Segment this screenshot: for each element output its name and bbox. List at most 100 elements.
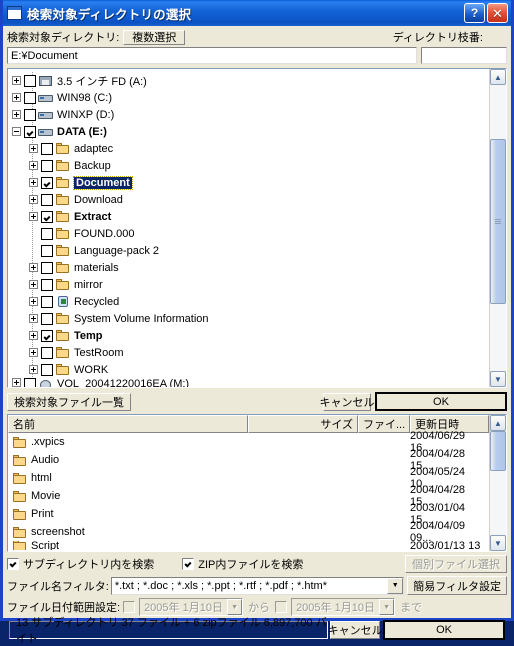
tree-node[interactable]: FOUND.000: [8, 225, 489, 242]
tree-node-checkbox[interactable]: [24, 378, 36, 387]
ok-button[interactable]: OK: [383, 620, 505, 640]
tree-node[interactable]: WINXP (D:): [8, 106, 489, 123]
filename-filter-combo[interactable]: *.txt ; *.doc ; *.xls ; *.ppt ; *.rtf ; …: [110, 576, 405, 595]
tree-node[interactable]: 3.5 インチ FD (A:): [8, 72, 489, 89]
expand-icon[interactable]: [29, 195, 38, 204]
tree-node[interactable]: Download: [8, 191, 489, 208]
tree-node-label[interactable]: 3.5 インチ FD (A:): [57, 73, 147, 89]
tree-cancel-button[interactable]: キャンセル: [320, 392, 375, 411]
tree-node-label[interactable]: Extract: [74, 211, 111, 223]
tree-node-label[interactable]: System Volume Information: [74, 313, 209, 325]
tree-node-label[interactable]: WORK: [74, 364, 108, 376]
tree-node[interactable]: adaptec: [8, 140, 489, 157]
column-header-name[interactable]: 名前: [8, 415, 248, 433]
collapse-icon[interactable]: [12, 127, 21, 136]
tree-node-checkbox[interactable]: [41, 176, 53, 189]
tree-node-checkbox[interactable]: [24, 91, 36, 104]
tree-node-checkbox[interactable]: [41, 210, 53, 223]
close-button[interactable]: ✕: [487, 3, 508, 23]
tree-node-label[interactable]: materials: [74, 262, 119, 274]
tree-node-label[interactable]: adaptec: [74, 143, 113, 155]
tree-node-label[interactable]: mirror: [74, 279, 103, 291]
directory-tree[interactable]: 3.5 インチ FD (A:) WIN98 (C:) WINXP (D:) DATA …: [8, 69, 489, 387]
table-row[interactable]: screenshot 2004/04/09 09...: [8, 520, 489, 544]
file-scroll-track[interactable]: [490, 431, 506, 535]
date-from-checkbox[interactable]: [123, 601, 136, 613]
table-row[interactable]: Script 2003/01/13 13: [8, 541, 489, 550]
tree-node-checkbox[interactable]: [24, 125, 36, 138]
tree-scroll-track[interactable]: [490, 85, 506, 371]
tree-scroll-up-button[interactable]: ▲: [490, 69, 506, 85]
simple-filter-settings-button[interactable]: 簡易フィルタ設定: [407, 576, 507, 595]
path-input[interactable]: E:¥Document: [7, 47, 417, 64]
tree-node-checkbox[interactable]: [24, 74, 36, 87]
help-button[interactable]: ?: [464, 3, 485, 23]
tree-node-label[interactable]: Document: [73, 175, 133, 190]
expand-icon[interactable]: [29, 161, 38, 170]
tree-node-checkbox[interactable]: [41, 329, 53, 342]
file-scroll-thumb[interactable]: [490, 431, 506, 471]
expand-icon[interactable]: [29, 365, 38, 374]
tree-node-checkbox[interactable]: [41, 244, 53, 257]
tree-node[interactable]: Temp: [8, 327, 489, 344]
tree-ok-button[interactable]: OK: [375, 392, 507, 411]
tree-node-checkbox[interactable]: [41, 346, 53, 359]
multi-select-button[interactable]: 複数選択: [123, 29, 186, 45]
tree-node-label[interactable]: TestRoom: [74, 347, 124, 359]
tree-scroll-down-button[interactable]: ▼: [490, 371, 506, 387]
tree-node-checkbox[interactable]: [41, 159, 53, 172]
tree-node[interactable]: DATA (E:): [8, 123, 489, 140]
expand-icon[interactable]: [29, 178, 38, 187]
expand-icon[interactable]: [29, 263, 38, 272]
subdirectory-checkbox-label[interactable]: サブディレクトリ内を検索: [23, 556, 154, 572]
tree-node-checkbox[interactable]: [41, 142, 53, 155]
tree-node[interactable]: Extract: [8, 208, 489, 225]
tree-node-label[interactable]: Language-pack 2: [74, 245, 159, 257]
expand-icon[interactable]: [29, 348, 38, 357]
tree-node[interactable]: Recycled: [8, 293, 489, 310]
tree-node-checkbox[interactable]: [41, 295, 53, 308]
tree-node-label[interactable]: VOL_20041220016EA (M:): [57, 378, 189, 387]
tree-node[interactable]: materials: [8, 259, 489, 276]
tree-node-label[interactable]: WIN98 (C:): [57, 92, 112, 104]
tree-node-label[interactable]: Recycled: [74, 296, 119, 308]
tree-node-checkbox[interactable]: [41, 312, 53, 325]
file-list[interactable]: 名前 サイズ ファイ... 更新日時 .xvpics 2004/06/29 16.…: [8, 415, 489, 551]
tree-node-label[interactable]: WINXP (D:): [57, 109, 114, 121]
tree-node-label[interactable]: Temp: [74, 330, 103, 342]
zip-checkbox-label[interactable]: ZIP内ファイルを検索: [198, 556, 303, 572]
chevron-down-icon[interactable]: ▼: [227, 599, 243, 615]
tree-node-checkbox[interactable]: [24, 108, 36, 121]
tree-node-label[interactable]: Download: [74, 194, 123, 206]
tree-node[interactable]: WIN98 (C:): [8, 89, 489, 106]
expand-icon[interactable]: [29, 314, 38, 323]
expand-icon[interactable]: [12, 76, 21, 85]
file-scroll-up-button[interactable]: ▲: [490, 415, 506, 431]
file-list-scrollbar[interactable]: ▲ ▼: [489, 415, 506, 551]
expand-icon[interactable]: [29, 212, 38, 221]
expand-icon[interactable]: [29, 331, 38, 340]
tree-node[interactable]: VOL_20041220016EA (M:): [8, 378, 489, 387]
tree-node[interactable]: WORK: [8, 361, 489, 378]
expand-icon[interactable]: [12, 378, 21, 387]
tree-scroll-thumb[interactable]: [490, 139, 506, 304]
subdirectory-checkbox[interactable]: [7, 558, 19, 570]
chevron-down-icon[interactable]: ▼: [387, 577, 404, 594]
tree-node-checkbox[interactable]: [41, 227, 53, 240]
file-scroll-down-button[interactable]: ▼: [490, 535, 506, 551]
tree-node[interactable]: System Volume Information: [8, 310, 489, 327]
expand-icon[interactable]: [12, 110, 21, 119]
tree-node[interactable]: TestRoom: [8, 344, 489, 361]
tree-node[interactable]: Document: [8, 174, 489, 191]
tree-scrollbar[interactable]: ▲ ▼: [489, 69, 506, 387]
zip-checkbox[interactable]: [182, 558, 195, 570]
tree-node-checkbox[interactable]: [41, 261, 53, 274]
column-header-type[interactable]: ファイ...: [358, 415, 411, 433]
tree-node-checkbox[interactable]: [41, 193, 53, 206]
tree-node[interactable]: Backup: [8, 157, 489, 174]
branch-input[interactable]: [421, 47, 507, 64]
expand-icon[interactable]: [29, 280, 38, 289]
date-to-checkbox[interactable]: [275, 601, 288, 613]
tree-node-checkbox[interactable]: [41, 278, 53, 291]
column-header-size[interactable]: サイズ: [248, 415, 358, 433]
